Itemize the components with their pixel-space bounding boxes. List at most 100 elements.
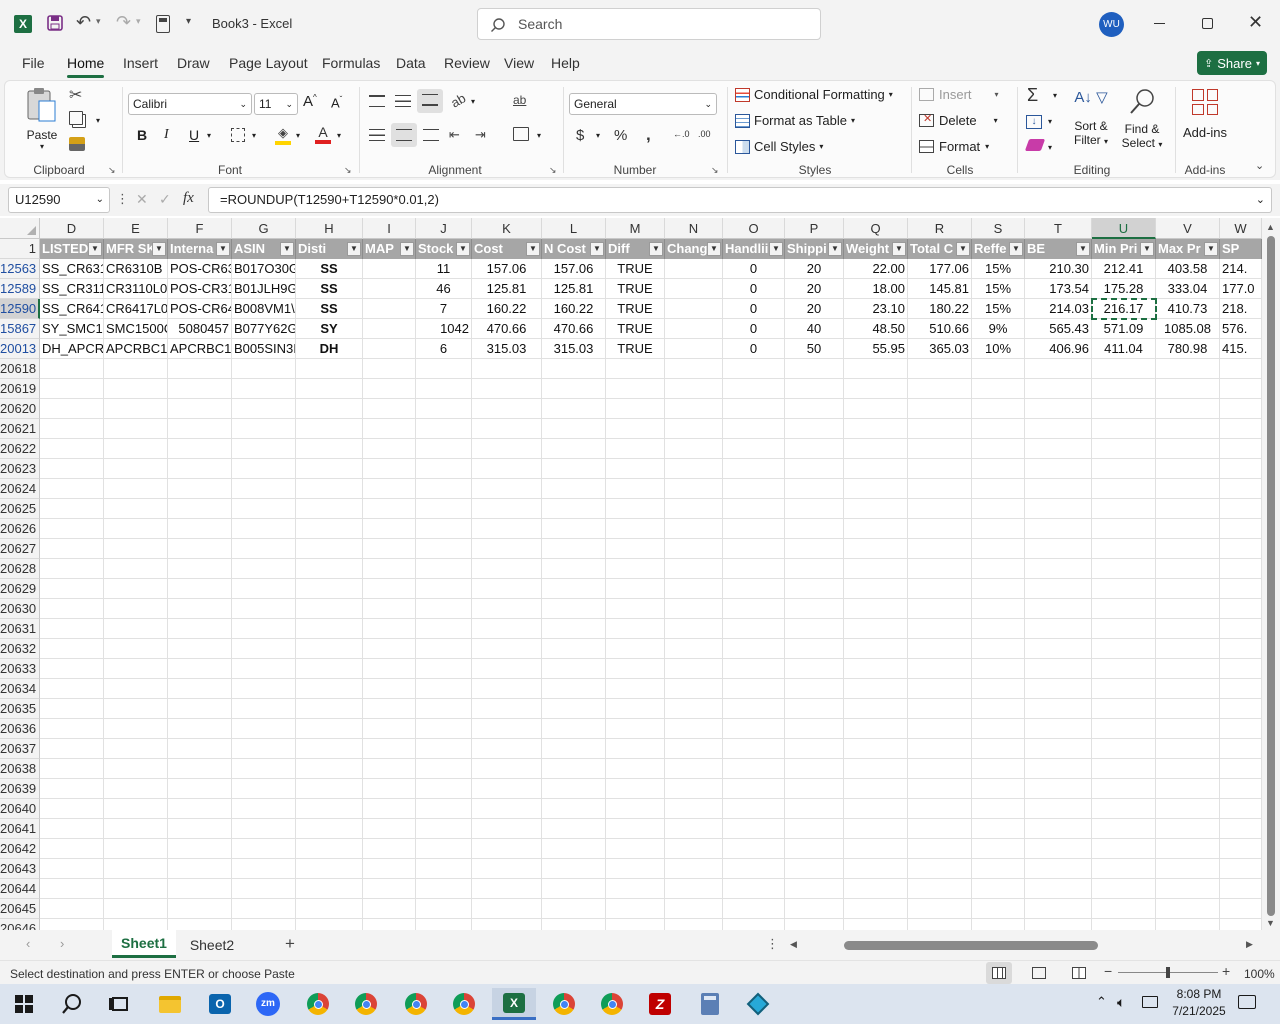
empty-cell[interactable] bbox=[40, 739, 104, 759]
empty-cell[interactable] bbox=[1025, 639, 1092, 659]
empty-cell[interactable] bbox=[785, 379, 844, 399]
empty-cell[interactable] bbox=[665, 459, 723, 479]
empty-cell[interactable] bbox=[40, 719, 104, 739]
empty-cell[interactable] bbox=[104, 419, 168, 439]
empty-cell[interactable] bbox=[1092, 679, 1156, 699]
currency-icon[interactable]: $ bbox=[576, 127, 584, 144]
empty-cell[interactable] bbox=[665, 899, 723, 919]
table-cell[interactable]: 7 bbox=[416, 299, 472, 319]
table-header-cell[interactable]: Total C ▼ bbox=[908, 239, 972, 259]
empty-cell[interactable] bbox=[296, 419, 363, 439]
next-sheet-icon[interactable]: › bbox=[60, 936, 64, 951]
empty-cell[interactable] bbox=[472, 779, 542, 799]
empty-cell[interactable] bbox=[472, 379, 542, 399]
empty-cell[interactable] bbox=[363, 679, 416, 699]
empty-cell[interactable] bbox=[232, 579, 296, 599]
table-cell[interactable]: 23.10 bbox=[844, 299, 908, 319]
table-cell[interactable]: 470.66 bbox=[542, 319, 606, 339]
empty-cell[interactable] bbox=[40, 759, 104, 779]
number-launcher-icon[interactable]: ↘ bbox=[711, 165, 719, 176]
empty-cell[interactable] bbox=[1220, 619, 1262, 639]
empty-cell[interactable] bbox=[1220, 899, 1262, 919]
filter-dropdown-icon[interactable]: ▼ bbox=[88, 242, 102, 256]
empty-cell[interactable] bbox=[296, 579, 363, 599]
filter-dropdown-icon[interactable]: ▼ bbox=[152, 242, 166, 256]
table-cell[interactable]: 0 bbox=[723, 279, 785, 299]
empty-cell[interactable] bbox=[1156, 479, 1220, 499]
empty-cell[interactable] bbox=[1092, 859, 1156, 879]
empty-cell[interactable] bbox=[785, 359, 844, 379]
empty-cell[interactable] bbox=[1092, 899, 1156, 919]
empty-cell[interactable] bbox=[665, 759, 723, 779]
decrease-decimal-icon[interactable]: .00 bbox=[698, 129, 711, 139]
fill-icon[interactable]: ↓ bbox=[1026, 115, 1042, 129]
empty-cell[interactable] bbox=[908, 479, 972, 499]
empty-cell[interactable] bbox=[908, 499, 972, 519]
row-header[interactable]: 20631 bbox=[0, 619, 40, 639]
empty-cell[interactable] bbox=[232, 699, 296, 719]
empty-cell[interactable] bbox=[1156, 659, 1220, 679]
empty-cell[interactable] bbox=[908, 459, 972, 479]
table-cell[interactable]: TRUE bbox=[606, 259, 665, 279]
calculator-icon[interactable] bbox=[156, 15, 170, 33]
empty-cell[interactable] bbox=[416, 699, 472, 719]
empty-cell[interactable] bbox=[416, 479, 472, 499]
close-icon[interactable]: ✕ bbox=[1248, 12, 1263, 33]
empty-cell[interactable] bbox=[472, 719, 542, 739]
empty-cell[interactable] bbox=[363, 439, 416, 459]
empty-cell[interactable] bbox=[104, 639, 168, 659]
empty-cell[interactable] bbox=[1092, 759, 1156, 779]
scroll-right-icon[interactable]: ▶ bbox=[1246, 939, 1253, 950]
table-cell[interactable]: TRUE bbox=[606, 319, 665, 339]
currency-dropdown-icon[interactable]: ▾ bbox=[596, 131, 600, 140]
empty-cell[interactable] bbox=[40, 439, 104, 459]
empty-cell[interactable] bbox=[363, 759, 416, 779]
table-cell[interactable]: 5080457 bbox=[168, 319, 232, 339]
filter-dropdown-icon[interactable]: ▼ bbox=[400, 242, 414, 256]
sort-filter-button[interactable]: A↓ ▽ Sort & Filter ▾ bbox=[1069, 87, 1113, 147]
empty-cell[interactable] bbox=[1092, 519, 1156, 539]
empty-cell[interactable] bbox=[232, 659, 296, 679]
empty-cell[interactable] bbox=[472, 399, 542, 419]
column-header-m[interactable]: M bbox=[606, 218, 665, 239]
empty-cell[interactable] bbox=[1025, 879, 1092, 899]
empty-cell[interactable] bbox=[542, 619, 606, 639]
empty-cell[interactable] bbox=[606, 599, 665, 619]
empty-cell[interactable] bbox=[844, 659, 908, 679]
empty-cell[interactable] bbox=[908, 879, 972, 899]
empty-cell[interactable] bbox=[472, 679, 542, 699]
empty-cell[interactable] bbox=[1025, 759, 1092, 779]
search-box[interactable]: Search bbox=[477, 8, 821, 40]
empty-cell[interactable] bbox=[665, 479, 723, 499]
empty-cell[interactable] bbox=[168, 859, 232, 879]
empty-cell[interactable] bbox=[1156, 739, 1220, 759]
empty-cell[interactable] bbox=[972, 819, 1025, 839]
empty-cell[interactable] bbox=[908, 439, 972, 459]
empty-cell[interactable] bbox=[168, 779, 232, 799]
empty-cell[interactable] bbox=[1220, 459, 1262, 479]
empty-cell[interactable] bbox=[723, 519, 785, 539]
empty-cell[interactable] bbox=[665, 799, 723, 819]
table-cell[interactable]: APCRBC11 bbox=[168, 339, 232, 359]
empty-cell[interactable] bbox=[844, 839, 908, 859]
empty-cell[interactable] bbox=[1025, 739, 1092, 759]
empty-cell[interactable] bbox=[1220, 859, 1262, 879]
conditional-formatting-button[interactable]: Conditional Formatting ▾ bbox=[735, 87, 893, 102]
empty-cell[interactable] bbox=[844, 819, 908, 839]
addins-button[interactable]: Add-ins bbox=[1181, 87, 1229, 140]
row-header[interactable]: 20621 bbox=[0, 419, 40, 439]
empty-cell[interactable] bbox=[1156, 439, 1220, 459]
empty-cell[interactable] bbox=[416, 399, 472, 419]
empty-cell[interactable] bbox=[1220, 559, 1262, 579]
empty-cell[interactable] bbox=[908, 899, 972, 919]
row-header[interactable]: 20632 bbox=[0, 639, 40, 659]
format-as-table-button[interactable]: Format as Table ▾ bbox=[735, 113, 855, 128]
column-header-t[interactable]: T bbox=[1025, 218, 1092, 239]
empty-cell[interactable] bbox=[416, 419, 472, 439]
table-cell[interactable]: 125.81 bbox=[472, 279, 542, 299]
empty-cell[interactable] bbox=[908, 619, 972, 639]
empty-cell[interactable] bbox=[606, 839, 665, 859]
font-name-select[interactable]: Calibri ⌄ bbox=[128, 93, 252, 115]
filter-dropdown-icon[interactable]: ▼ bbox=[590, 242, 604, 256]
empty-cell[interactable] bbox=[416, 579, 472, 599]
